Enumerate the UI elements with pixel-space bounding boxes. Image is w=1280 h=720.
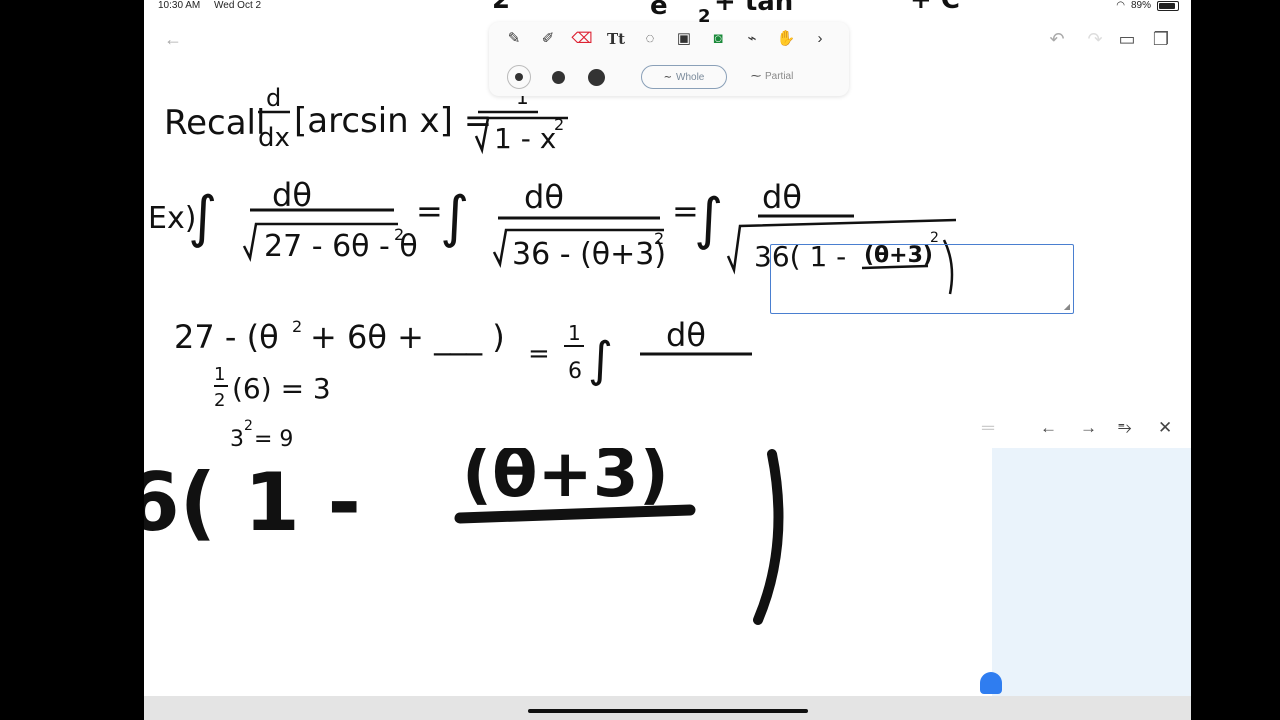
zoom-writing-area[interactable]: 6( 1 - (θ+3) <box>144 448 994 696</box>
integral-3: ∫ <box>694 187 723 252</box>
zoom-left-icon[interactable]: ← <box>1040 418 1057 438</box>
pages-icon[interactable]: ❐ <box>1150 28 1172 50</box>
image-icon[interactable]: ▣ <box>671 28 697 50</box>
notes-app-screen: 10:30 AM Wed Oct 2 ◠ 89% 2 e 2 + tan + C… <box>144 0 1191 720</box>
equals-3: = <box>528 339 550 369</box>
lasso-icon[interactable]: ◌ <box>637 28 663 50</box>
den1-exp: 2 <box>394 225 404 244</box>
cts-expr: 27 - (θ <box>174 318 279 356</box>
recall-label: Recall <box>164 103 265 143</box>
dtheta-1: dθ <box>272 176 312 214</box>
equals-1: = <box>416 192 443 230</box>
den2-exp: 2 <box>654 229 664 248</box>
eraser-whole-button[interactable]: ∼ Whole <box>641 65 727 89</box>
recall-dx: dx <box>258 123 290 153</box>
zoom-region-preview[interactable] <box>992 448 1191 696</box>
zoom-window-controls: ═ ← → ⥱ ✕ <box>968 410 1191 448</box>
zoom-newline-icon[interactable]: ⥱ <box>1118 418 1132 438</box>
undo-icon[interactable]: ↶ <box>1046 28 1068 50</box>
half-num: 1 <box>214 364 225 385</box>
highlighter-icon[interactable]: ✐ <box>535 28 561 50</box>
bottom-bar <box>144 696 1191 720</box>
resize-grip-icon[interactable]: ◢ <box>1064 302 1070 311</box>
integral-2: ∫ <box>440 185 469 250</box>
recall-exp: 2 <box>554 115 564 134</box>
pen-icon[interactable]: ✎ <box>501 28 527 50</box>
three-sq: 3 <box>230 427 244 448</box>
recall-den: 1 - x <box>494 122 556 155</box>
three-sq-rest: = 9 <box>254 427 293 448</box>
laser-icon[interactable]: ⌁ <box>739 28 765 50</box>
back-icon[interactable]: ← <box>162 28 184 50</box>
integral-4: ∫ <box>588 332 613 388</box>
redo-icon[interactable]: ↷ <box>1084 28 1106 50</box>
three-sq-exp: 2 <box>244 418 253 434</box>
mag-text-b: (θ+3) <box>462 448 669 512</box>
eraser-whole-label: Whole <box>676 71 705 83</box>
one-sixth-integral: = 1 6 ∫ dθ <box>528 316 752 388</box>
zoom-margin-handle[interactable] <box>980 672 1002 694</box>
eraser-icon[interactable]: ⌫ <box>569 28 595 50</box>
stroke-small-option[interactable] <box>507 65 531 89</box>
present-screen-icon[interactable]: ▭ <box>1116 28 1138 50</box>
stroke-size-options <box>507 65 607 89</box>
den2: 36 - (θ+3) <box>512 237 666 272</box>
whole-stroke-icon: ∼ <box>663 71 673 83</box>
header-math-4: + tan <box>714 0 793 17</box>
one-sixth-num: 1 <box>568 321 581 345</box>
mag-paren <box>753 449 784 625</box>
camera-icon[interactable]: ◙ <box>705 28 731 50</box>
partial-stroke-icon: ⁓ <box>751 70 761 82</box>
drag-handle-icon[interactable]: ═ <box>982 418 994 438</box>
header-math-5: + C <box>910 0 960 15</box>
one-sixth-den: 6 <box>568 359 582 384</box>
eraser-partial-label: Partial <box>765 70 794 82</box>
header-math-1: 2 <box>492 0 510 15</box>
text-icon[interactable]: Tt <box>603 28 629 50</box>
half-rest: (6) = 3 <box>232 372 331 405</box>
text-box-selection[interactable]: ◢ <box>770 244 1074 314</box>
eraser-partial-button[interactable]: ⁓ Partial <box>751 65 793 87</box>
integral-1: ∫ <box>188 185 217 250</box>
zoom-right-icon[interactable]: → <box>1080 418 1097 438</box>
header-math-2: e <box>650 0 668 21</box>
home-indicator[interactable] <box>528 709 808 713</box>
close-icon[interactable]: ✕ <box>1158 418 1172 438</box>
mag-text-a: 6( 1 - <box>144 456 361 549</box>
recall-d: d <box>266 84 281 112</box>
stroke-large-option[interactable] <box>585 66 607 88</box>
stroke-medium-option[interactable] <box>547 66 569 88</box>
chevron-right-icon[interactable]: › <box>807 28 833 50</box>
drawing-toolbar: ✎ ✐ ⌫ Tt ◌ ▣ ◙ ⌁ ✋ › ∼ Whole ⁓ Partial <box>489 22 849 96</box>
recall-expr: [arcsin x] = <box>294 101 492 141</box>
cts-rest: + 6θ + ___ ) <box>310 318 505 356</box>
cts-exp: 2 <box>292 317 302 336</box>
tool-row: ✎ ✐ ⌫ Tt ◌ ▣ ◙ ⌁ ✋ › <box>501 28 833 50</box>
dtheta-2: dθ <box>524 178 564 216</box>
dtheta-4: dθ <box>666 316 706 354</box>
half-den: 2 <box>214 390 225 411</box>
dtheta-3: dθ <box>762 178 802 216</box>
hand-icon[interactable]: ✋ <box>773 28 799 50</box>
complete-square: 27 - (θ 2 + 6θ + ___ ) 1 2 (6) = 3 3 2 =… <box>174 317 505 448</box>
